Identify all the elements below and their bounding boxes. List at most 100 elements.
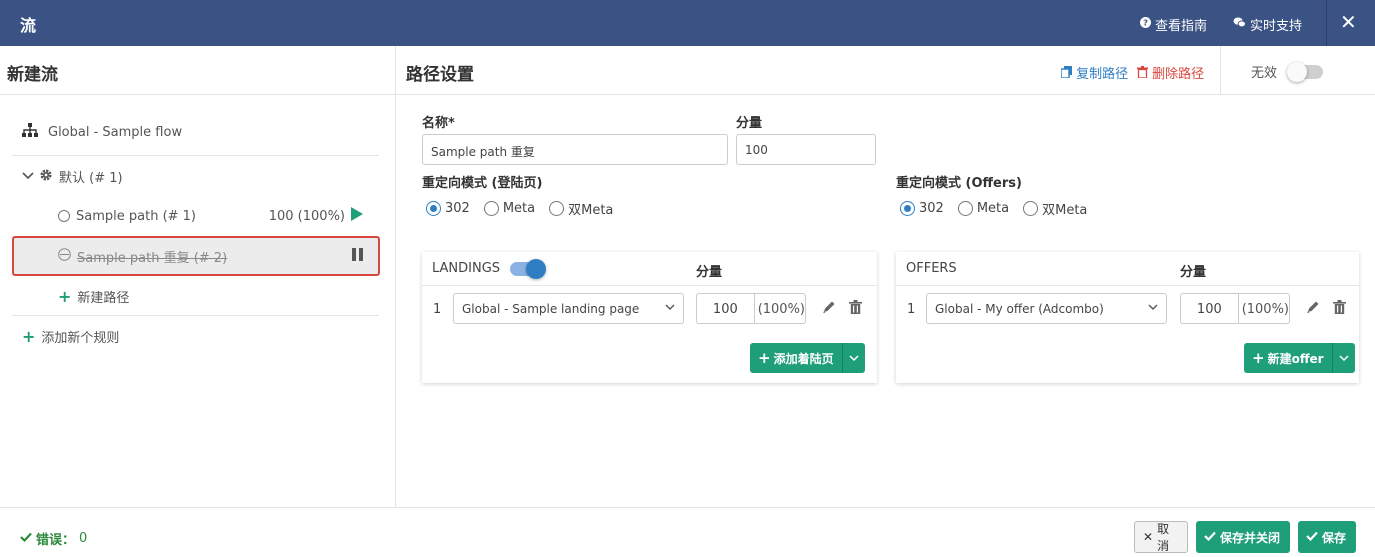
chevron-down-icon[interactable] bbox=[22, 169, 34, 184]
radio-302[interactable]: 302 bbox=[426, 201, 470, 216]
add-rule-button[interactable]: + 添加新个规则 bbox=[22, 327, 119, 346]
radio-double-meta[interactable]: 双Meta bbox=[549, 199, 613, 218]
share-value[interactable]: 100 bbox=[1181, 294, 1239, 323]
save-label: 保存 bbox=[1322, 530, 1347, 545]
add-landing-button[interactable]: + 添加着陆页 bbox=[750, 343, 865, 373]
pencil-icon[interactable] bbox=[822, 300, 836, 318]
radio-circle bbox=[483, 201, 499, 216]
add-landing-main[interactable]: + 添加着陆页 bbox=[750, 343, 842, 373]
radio-label: Meta bbox=[976, 201, 1010, 216]
new-path-button[interactable]: + 新建路径 bbox=[58, 287, 129, 306]
errors-status: 错误： 0 bbox=[20, 529, 87, 548]
radio-label: 双Meta bbox=[1042, 203, 1088, 218]
trash-icon[interactable] bbox=[1333, 300, 1346, 318]
flow-item[interactable]: Global - Sample flow bbox=[22, 123, 182, 141]
landings-toggle[interactable] bbox=[510, 259, 546, 279]
path-item-selected[interactable]: Sample path 重复 (# 2) bbox=[58, 247, 364, 266]
name-label: 名称* bbox=[422, 116, 455, 131]
new-path-label: 新建路径 bbox=[77, 291, 130, 306]
support-link[interactable]: 实时支持 bbox=[1233, 15, 1302, 34]
copy-path-button[interactable]: 复制路径 bbox=[1060, 63, 1129, 82]
radio-meta[interactable]: Meta bbox=[483, 201, 536, 216]
rule-item[interactable]: 默认 (# 1) bbox=[22, 167, 123, 186]
offers-share-header: 分量 bbox=[1180, 265, 1207, 280]
copy-icon bbox=[1060, 66, 1076, 82]
radio-302[interactable]: 302 bbox=[900, 201, 944, 216]
offer-select[interactable]: Global - My offer (Adcombo) bbox=[926, 293, 1167, 324]
path-settings-header: 路径设置 复制路径 删除路径 无效 bbox=[396, 46, 1375, 95]
add-rule-label: 添加新个规则 bbox=[41, 331, 120, 346]
path-share: 100 (100%) bbox=[268, 208, 345, 224]
radio-circle bbox=[426, 201, 441, 216]
save-and-close-button[interactable]: 保存并关闭 bbox=[1196, 521, 1290, 553]
invalid-label: 无效 bbox=[1251, 66, 1278, 81]
save-and-close-label: 保存并关闭 bbox=[1220, 530, 1281, 545]
plus-icon: + bbox=[22, 326, 36, 346]
errors-count: 0 bbox=[79, 531, 88, 546]
plus-icon: + bbox=[58, 286, 72, 306]
footer-bar: 错误： 0 ✕ 取消 保存并关闭 保存 bbox=[0, 507, 1375, 557]
cancel-button[interactable]: ✕ 取消 bbox=[1134, 521, 1188, 553]
flow-name: Global - Sample flow bbox=[48, 124, 183, 140]
offers-title: OFFERS bbox=[906, 261, 957, 276]
redirect-landing-label: 重定向模式 (登陆页) bbox=[422, 176, 543, 191]
plus-icon: + bbox=[1252, 349, 1265, 367]
play-icon[interactable] bbox=[351, 207, 363, 225]
landings-title: LANDINGS bbox=[432, 261, 501, 276]
chevron-down-icon[interactable] bbox=[1331, 343, 1355, 373]
delete-path-button[interactable]: 删除路径 bbox=[1137, 63, 1204, 82]
pencil-icon[interactable] bbox=[1306, 300, 1320, 318]
chevron-down-icon[interactable] bbox=[841, 343, 865, 373]
guide-link[interactable]: ? 查看指南 bbox=[1140, 15, 1207, 34]
offer-share-input[interactable]: 100 (100%) bbox=[1180, 293, 1290, 324]
chevron-down-icon bbox=[1148, 301, 1158, 314]
landing-select[interactable]: Global - Sample landing page bbox=[453, 293, 684, 324]
chevron-down-icon bbox=[665, 301, 675, 314]
path-label: Sample path (# 1) bbox=[76, 208, 197, 224]
gear-icon bbox=[39, 168, 53, 186]
check-icon bbox=[20, 531, 32, 546]
cancel-label: 取消 bbox=[1157, 522, 1170, 553]
radio-meta[interactable]: Meta bbox=[957, 201, 1010, 216]
radio-label: Meta bbox=[502, 201, 536, 216]
path-name-input[interactable]: Sample path 重复 bbox=[422, 134, 728, 165]
pause-icon[interactable] bbox=[352, 248, 364, 265]
flow-title: 新建流 bbox=[0, 46, 395, 95]
offer-select-value: Global - My offer (Adcombo) bbox=[935, 302, 1104, 316]
add-offer-button[interactable]: + 新建offer bbox=[1244, 343, 1355, 373]
path-share-input[interactable]: 100 bbox=[736, 134, 876, 165]
divider bbox=[422, 285, 877, 286]
share-label: 分量 bbox=[736, 116, 763, 131]
delete-path-label: 删除路径 bbox=[1152, 67, 1205, 82]
radio-circle bbox=[900, 201, 915, 216]
path-item[interactable]: Sample path (# 1) 100 (100%) bbox=[58, 207, 363, 225]
row-index: 1 bbox=[907, 302, 916, 317]
radio-label: 302 bbox=[445, 201, 470, 216]
copy-path-label: 复制路径 bbox=[1076, 67, 1129, 82]
support-label: 实时支持 bbox=[1250, 19, 1303, 34]
invalid-toggle[interactable] bbox=[1287, 62, 1323, 82]
share-value[interactable]: 100 bbox=[697, 294, 755, 323]
divider bbox=[896, 285, 1359, 286]
divider bbox=[12, 315, 379, 316]
svg-text:?: ? bbox=[1143, 18, 1148, 28]
add-offer-label: 新建offer bbox=[1267, 351, 1324, 366]
question-icon: ? bbox=[1140, 17, 1151, 32]
header-divider bbox=[1326, 0, 1327, 46]
close-icon: ✕ bbox=[1143, 530, 1154, 544]
save-button[interactable]: 保存 bbox=[1298, 521, 1356, 553]
radio-label: 双Meta bbox=[568, 203, 614, 218]
share-percent: (100%) bbox=[1241, 302, 1289, 317]
row-index: 1 bbox=[433, 302, 442, 317]
landings-share-header: 分量 bbox=[696, 265, 723, 280]
add-offer-main[interactable]: + 新建offer bbox=[1244, 343, 1332, 373]
landing-select-value: Global - Sample landing page bbox=[462, 302, 640, 316]
landing-share-input[interactable]: 100 (100%) bbox=[696, 293, 806, 324]
trash-icon[interactable] bbox=[849, 300, 862, 318]
close-icon[interactable]: ✕ bbox=[1340, 10, 1357, 34]
redirect-offers-label: 重定向模式 (Offers) bbox=[896, 176, 1022, 191]
radio-double-meta[interactable]: 双Meta bbox=[1023, 199, 1087, 218]
check-icon bbox=[1204, 530, 1216, 544]
offers-card: OFFERS 分量 1 Global - My offer (Adcombo) … bbox=[896, 252, 1359, 383]
errors-label: 错误： bbox=[36, 533, 76, 548]
